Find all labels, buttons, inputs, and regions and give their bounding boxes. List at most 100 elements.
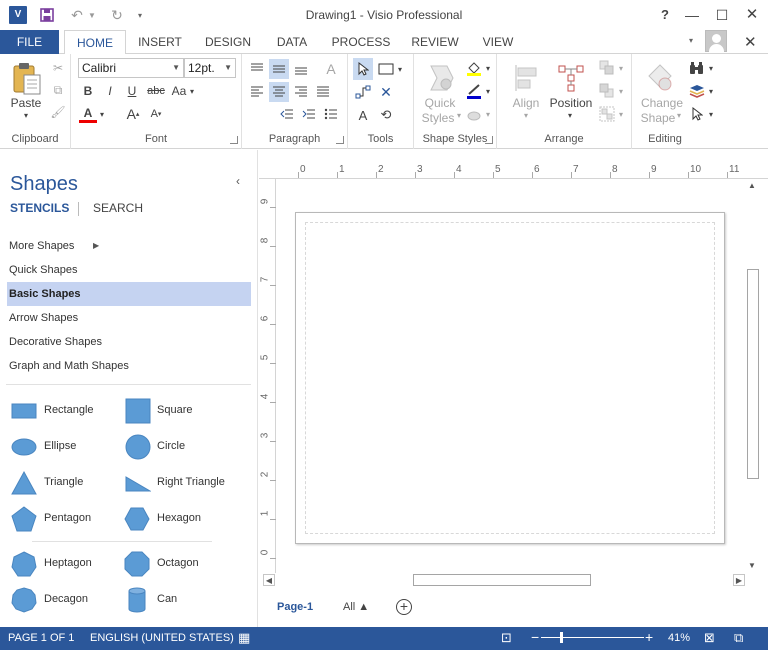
ribbon-display-options-icon[interactable]: ▾ — [689, 36, 699, 45]
scroll-up-icon[interactable]: ▲ — [748, 181, 756, 190]
help-button[interactable]: ? — [652, 4, 678, 26]
font-color-button[interactable]: A — [79, 105, 97, 123]
page-number-status[interactable]: PAGE 1 OF 1 — [8, 632, 74, 644]
scroll-down-icon[interactable]: ▼ — [748, 561, 756, 570]
align-center-icon[interactable] — [269, 82, 289, 102]
drawing-page[interactable] — [295, 212, 725, 544]
vertical-scroll-thumb[interactable] — [747, 269, 759, 479]
stencil-arrow-shapes[interactable]: Arrow Shapes — [7, 306, 251, 330]
shape-decagon[interactable]: Decagon — [8, 585, 118, 615]
decrease-indent-icon[interactable] — [277, 105, 297, 123]
zoom-slider-thumb[interactable] — [560, 632, 563, 643]
shape-square[interactable]: Square — [121, 396, 241, 426]
change-case-dropdown-icon[interactable]: ▾ — [188, 82, 196, 100]
find-dropdown-icon[interactable]: ▾ — [707, 58, 715, 78]
undo-icon[interactable]: ↶ — [66, 5, 88, 25]
find-icon[interactable] — [687, 58, 707, 78]
change-shape-icon[interactable] — [642, 60, 678, 96]
stencil-decorative-shapes[interactable]: Decorative Shapes — [7, 330, 251, 354]
copy-icon[interactable]: ⧉ — [49, 81, 67, 99]
send-backward-dropdown-icon[interactable]: ▾ — [617, 81, 625, 101]
shape-pentagon[interactable]: Pentagon — [8, 504, 118, 534]
line-dropdown-icon[interactable]: ▾ — [484, 81, 492, 101]
fill-icon[interactable] — [464, 58, 484, 78]
quick-styles-label-1[interactable]: Quick — [418, 96, 462, 110]
shrink-font-button[interactable]: A ▾ — [147, 105, 165, 123]
font-color-dropdown-icon[interactable]: ▾ — [98, 105, 106, 123]
effects-icon[interactable] — [464, 104, 484, 124]
minimize-button[interactable]: — — [679, 4, 705, 26]
user-avatar[interactable] — [705, 30, 727, 52]
language-status[interactable]: ENGLISH (UNITED STATES) — [90, 632, 234, 644]
font-dialog-launcher-icon[interactable] — [230, 136, 238, 144]
bring-forward-icon[interactable] — [597, 58, 617, 78]
zoom-level[interactable]: 41% — [668, 632, 690, 644]
layers-dropdown-icon[interactable]: ▾ — [707, 81, 715, 101]
drawing-tools-dropdown-icon[interactable]: ▾ — [396, 58, 404, 80]
align-dropdown-icon[interactable]: ▾ — [521, 111, 531, 120]
save-icon[interactable] — [37, 5, 57, 25]
shape-rectangle[interactable]: Rectangle — [8, 396, 118, 426]
stencil-more-shapes[interactable]: More Shapes ▶ — [7, 234, 251, 258]
underline-button[interactable]: U — [123, 82, 141, 100]
align-middle-icon[interactable] — [269, 59, 289, 79]
increase-indent-icon[interactable] — [299, 105, 319, 123]
tab-search[interactable]: SEARCH — [93, 201, 143, 215]
all-pages-button[interactable]: All ▲ — [343, 601, 369, 613]
format-painter-icon[interactable]: 🖌 — [49, 103, 67, 121]
stencil-basic-shapes[interactable]: Basic Shapes — [7, 282, 251, 306]
undo-dropdown-icon[interactable]: ▼ — [87, 5, 97, 25]
shape-hexagon[interactable]: Hexagon — [121, 504, 241, 534]
bold-button[interactable]: B — [79, 82, 97, 100]
shape-right-triangle[interactable]: Right Triangle — [121, 468, 241, 498]
text-tool-icon[interactable]: A — [353, 105, 373, 125]
tab-file[interactable]: FILE — [0, 30, 59, 54]
change-shape-dropdown-icon[interactable]: ▾ — [674, 111, 684, 120]
zoom-out-icon[interactable]: − — [531, 629, 539, 645]
close-button[interactable]: ✕ — [739, 4, 765, 26]
tab-review[interactable]: REVIEW — [406, 30, 464, 54]
position-button-label[interactable]: Position — [545, 96, 597, 110]
align-right-icon[interactable] — [291, 82, 311, 102]
shape-ellipse[interactable]: Ellipse — [8, 432, 118, 462]
align-shapes-icon[interactable] — [509, 60, 543, 96]
select-dropdown-icon[interactable]: ▾ — [707, 104, 715, 124]
cut-icon[interactable]: ✂ — [49, 59, 67, 77]
horizontal-scroll-thumb[interactable] — [413, 574, 591, 586]
horizontal-scrollbar[interactable]: ◀ ▶ — [263, 573, 746, 587]
shape-heptagon[interactable]: Heptagon — [8, 549, 118, 579]
shape-octagon[interactable]: Octagon — [121, 549, 241, 579]
presentation-mode-icon[interactable]: ⊡ — [501, 630, 512, 646]
bullets-icon[interactable] — [321, 105, 341, 123]
shape-can[interactable]: Can — [121, 585, 241, 615]
tab-insert[interactable]: INSERT — [132, 30, 188, 54]
page-tab-page-1[interactable]: Page-1 — [277, 601, 313, 613]
font-family-dropdown-icon[interactable]: ▼ — [172, 59, 180, 77]
send-backward-icon[interactable] — [597, 81, 617, 101]
customize-quick-access-icon[interactable]: ▾ — [135, 5, 145, 25]
maximize-button[interactable]: ☐ — [709, 4, 735, 26]
text-direction-icon[interactable]: A — [320, 59, 342, 79]
text-block-tool-icon[interactable]: ⟲ — [376, 105, 396, 125]
scroll-left-icon[interactable]: ◀ — [263, 574, 275, 586]
rectangle-tool-icon[interactable] — [376, 58, 396, 80]
align-button-label[interactable]: Align — [506, 96, 546, 110]
connector-tool-icon[interactable] — [353, 82, 373, 102]
position-icon[interactable] — [553, 60, 589, 96]
stencil-quick-shapes[interactable]: Quick Shapes — [7, 258, 251, 282]
strikethrough-button[interactable]: abc — [145, 82, 167, 100]
shape-circle[interactable]: Circle — [121, 432, 241, 462]
quick-styles-dropdown-icon[interactable]: ▾ — [454, 111, 464, 120]
select-icon[interactable] — [687, 104, 707, 124]
paste-icon[interactable] — [8, 60, 44, 96]
justify-icon[interactable] — [313, 82, 333, 102]
document-close-button[interactable]: ✕ — [744, 33, 757, 51]
zoom-in-icon[interactable]: + — [645, 629, 653, 645]
drawing-surface[interactable] — [277, 180, 747, 572]
fill-dropdown-icon[interactable]: ▾ — [484, 58, 492, 78]
paste-button-label[interactable]: Paste — [6, 96, 46, 110]
paste-dropdown-icon[interactable]: ▾ — [20, 111, 32, 120]
tab-design[interactable]: DESIGN — [200, 30, 256, 54]
italic-button[interactable]: I — [101, 82, 119, 100]
visio-app-icon[interactable]: V — [9, 6, 27, 24]
